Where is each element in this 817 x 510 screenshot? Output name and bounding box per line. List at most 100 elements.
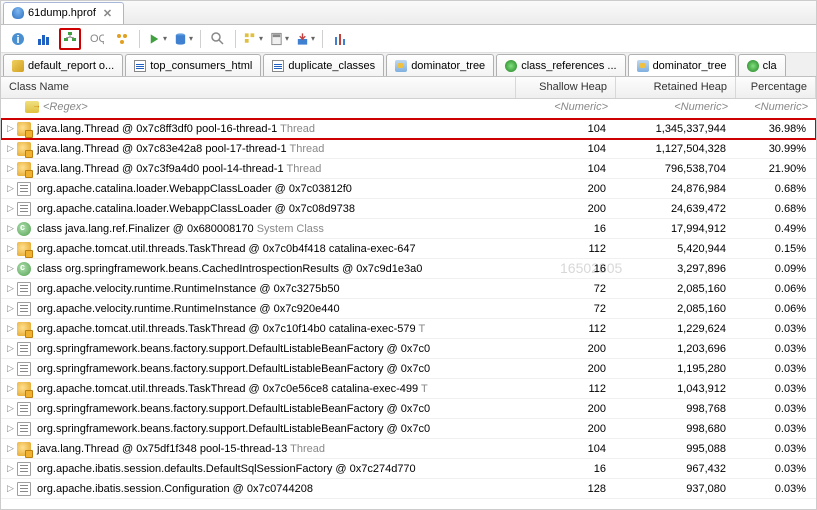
expand-icon[interactable]: ▷ [1, 383, 13, 394]
cell-classname: java.lang.Thread @ 0x7c3f9a4d0 pool-14-t… [35, 163, 516, 175]
table-row[interactable]: ▷org.springframework.beans.factory.suppo… [1, 339, 816, 359]
table-row[interactable]: ▷org.apache.velocity.runtime.RuntimeInst… [1, 299, 816, 319]
export-button[interactable]: ▾ [294, 28, 316, 50]
file-tab[interactable]: 61dump.hprof ✕ [3, 2, 124, 24]
calculate-button[interactable]: ▾ [268, 28, 290, 50]
table-row[interactable]: ▷org.apache.tomcat.util.threads.TaskThre… [1, 239, 816, 259]
expand-icon[interactable]: ▷ [1, 403, 13, 414]
cell-classname: org.springframework.beans.factory.suppor… [35, 363, 516, 375]
group-by-button[interactable]: ▾ [242, 28, 264, 50]
expand-icon[interactable]: ▷ [1, 163, 13, 174]
dominator-tree-button[interactable] [59, 28, 81, 50]
cell-retained: 2,085,160 [616, 283, 736, 295]
expand-icon[interactable]: ▷ [1, 323, 13, 334]
expand-icon[interactable]: ▷ [1, 263, 13, 274]
sub-tab-label: top_consumers_html [150, 60, 252, 72]
table-row[interactable]: ▷org.apache.ibatis.session.Configuration… [1, 479, 816, 499]
cell-retained: 995,088 [616, 443, 736, 455]
expand-icon[interactable]: ▷ [1, 463, 13, 474]
table-row[interactable]: ▷org.springframework.beans.factory.suppo… [1, 419, 816, 439]
cell-retained: 24,639,472 [616, 203, 736, 215]
table-row[interactable]: ▷java.lang.Thread @ 0x7c8ff3df0 pool-16-… [1, 119, 816, 139]
sub-tab-top_consumers_html[interactable]: top_consumers_html [125, 54, 261, 76]
obj-icon [17, 342, 31, 356]
expand-icon[interactable]: ▷ [1, 123, 13, 134]
table-row[interactable]: ▷ org.apache.catalina.loader.WebappClassL… [1, 179, 816, 199]
table-row[interactable]: ▷class org.springframework.beans.CachedI… [1, 259, 816, 279]
expand-icon[interactable]: ▷ [1, 283, 13, 294]
cell-percentage: 0.03% [736, 483, 816, 495]
compare-button[interactable] [329, 28, 351, 50]
header-shallow[interactable]: Shallow Heap [516, 77, 616, 98]
sub-tab-default_reporto[interactable]: default_report o... [3, 54, 123, 76]
find-button[interactable] [207, 28, 229, 50]
query-browser-button[interactable]: ▾ [172, 28, 194, 50]
header-retained[interactable]: Retained Heap [616, 77, 736, 98]
filter-retained[interactable]: <Numeric> [616, 99, 736, 118]
sub-tab-duplicate_classes[interactable]: duplicate_classes [263, 54, 384, 76]
sub-tab-cla[interactable]: cla [738, 54, 786, 76]
obj-icon [17, 402, 31, 416]
obj-icon [17, 202, 31, 216]
table-row[interactable]: ▷class java.lang.ref.Finalizer @ 0x68000… [1, 219, 816, 239]
editor-tab-bar: 61dump.hprof ✕ [1, 1, 816, 25]
histogram-button[interactable] [33, 28, 55, 50]
html-icon [134, 60, 146, 72]
thread-icon [17, 382, 31, 396]
filter-shallow[interactable]: <Numeric> [516, 99, 616, 118]
info-button[interactable]: i [7, 28, 29, 50]
expand-icon[interactable]: ▷ [1, 423, 13, 434]
table-row[interactable]: ▷ java.lang.Thread @ 0x7c3f9a4d0 pool-14-… [1, 159, 816, 179]
cell-classname: java.lang.Thread @ 0x75df1f348 pool-15-t… [35, 443, 516, 455]
cell-retained: 3,297,896 [616, 263, 736, 275]
sub-tab-dominator_tree[interactable]: dominator_tree [628, 54, 736, 76]
expand-icon[interactable]: ▷ [1, 183, 13, 194]
header-classname[interactable]: Class Name [1, 77, 516, 98]
expand-icon[interactable]: ▷ [1, 363, 13, 374]
expand-icon[interactable]: ▷ [1, 443, 13, 454]
sub-tab-dominator_tree[interactable]: dominator_tree [386, 54, 494, 76]
cell-classname: org.apache.velocity.runtime.RuntimeInsta… [35, 283, 516, 295]
expand-icon[interactable]: ▷ [1, 203, 13, 214]
close-icon[interactable]: ✕ [100, 7, 115, 20]
toolbar-separator [200, 30, 201, 48]
report-icon [12, 60, 24, 72]
svg-text:OQL: OQL [90, 33, 104, 45]
thread-icon [17, 142, 31, 156]
table-row[interactable]: ▷ java.lang.Thread @ 0x75df1f348 pool-15-… [1, 439, 816, 459]
thread-overview-button[interactable] [111, 28, 133, 50]
expand-icon[interactable]: ▷ [1, 223, 13, 234]
filter-pct[interactable]: <Numeric> [736, 99, 816, 118]
expand-icon[interactable]: ▷ [1, 243, 13, 254]
table-row[interactable]: ▷org.apache.catalina.loader.WebappClassL… [1, 199, 816, 219]
obj-icon [17, 182, 31, 196]
table-row[interactable]: ▷org.apache.tomcat.util.threads.TaskThre… [1, 319, 816, 339]
table-row[interactable]: ▷ org.springframework.beans.factory.suppo… [1, 359, 816, 379]
expand-icon[interactable]: ▷ [1, 343, 13, 354]
cell-classname: org.apache.catalina.loader.WebappClassLo… [35, 183, 516, 195]
filter-row: <Regex> <Numeric> <Numeric> <Numeric> [1, 99, 816, 119]
thread-icon [17, 122, 31, 136]
cell-percentage: 0.49% [736, 223, 816, 235]
cell-shallow: 16 [516, 223, 616, 235]
table-row[interactable]: ▷org.apache.ibatis.session.defaults.Defa… [1, 459, 816, 479]
table-row[interactable]: ▷java.lang.Thread @ 0x7c83e42a8 pool-17-… [1, 139, 816, 159]
table-row[interactable]: ▷org.springframework.beans.factory.suppo… [1, 399, 816, 419]
cell-shallow: 200 [516, 363, 616, 375]
cell-shallow: 16 [516, 263, 616, 275]
expand-icon[interactable]: ▷ [1, 483, 13, 494]
cell-retained: 2,085,160 [616, 303, 736, 315]
cell-shallow: 200 [516, 423, 616, 435]
cell-shallow: 112 [516, 323, 616, 335]
sub-tab-label: duplicate_classes [288, 60, 375, 72]
oql-button[interactable]: OQL [85, 28, 107, 50]
filter-regex[interactable]: <Regex> [1, 99, 516, 118]
table-row[interactable]: ▷org.apache.tomcat.util.threads.TaskThre… [1, 379, 816, 399]
expand-icon[interactable]: ▷ [1, 143, 13, 154]
table-row[interactable]: ▷ org.apache.velocity.runtime.RuntimeInst… [1, 279, 816, 299]
run-report-button[interactable]: ▾ [146, 28, 168, 50]
sub-tab-class_references[interactable]: class_references ... [496, 54, 625, 76]
header-percentage[interactable]: Percentage [736, 77, 816, 98]
thread-icon [17, 242, 31, 256]
expand-icon[interactable]: ▷ [1, 303, 13, 314]
